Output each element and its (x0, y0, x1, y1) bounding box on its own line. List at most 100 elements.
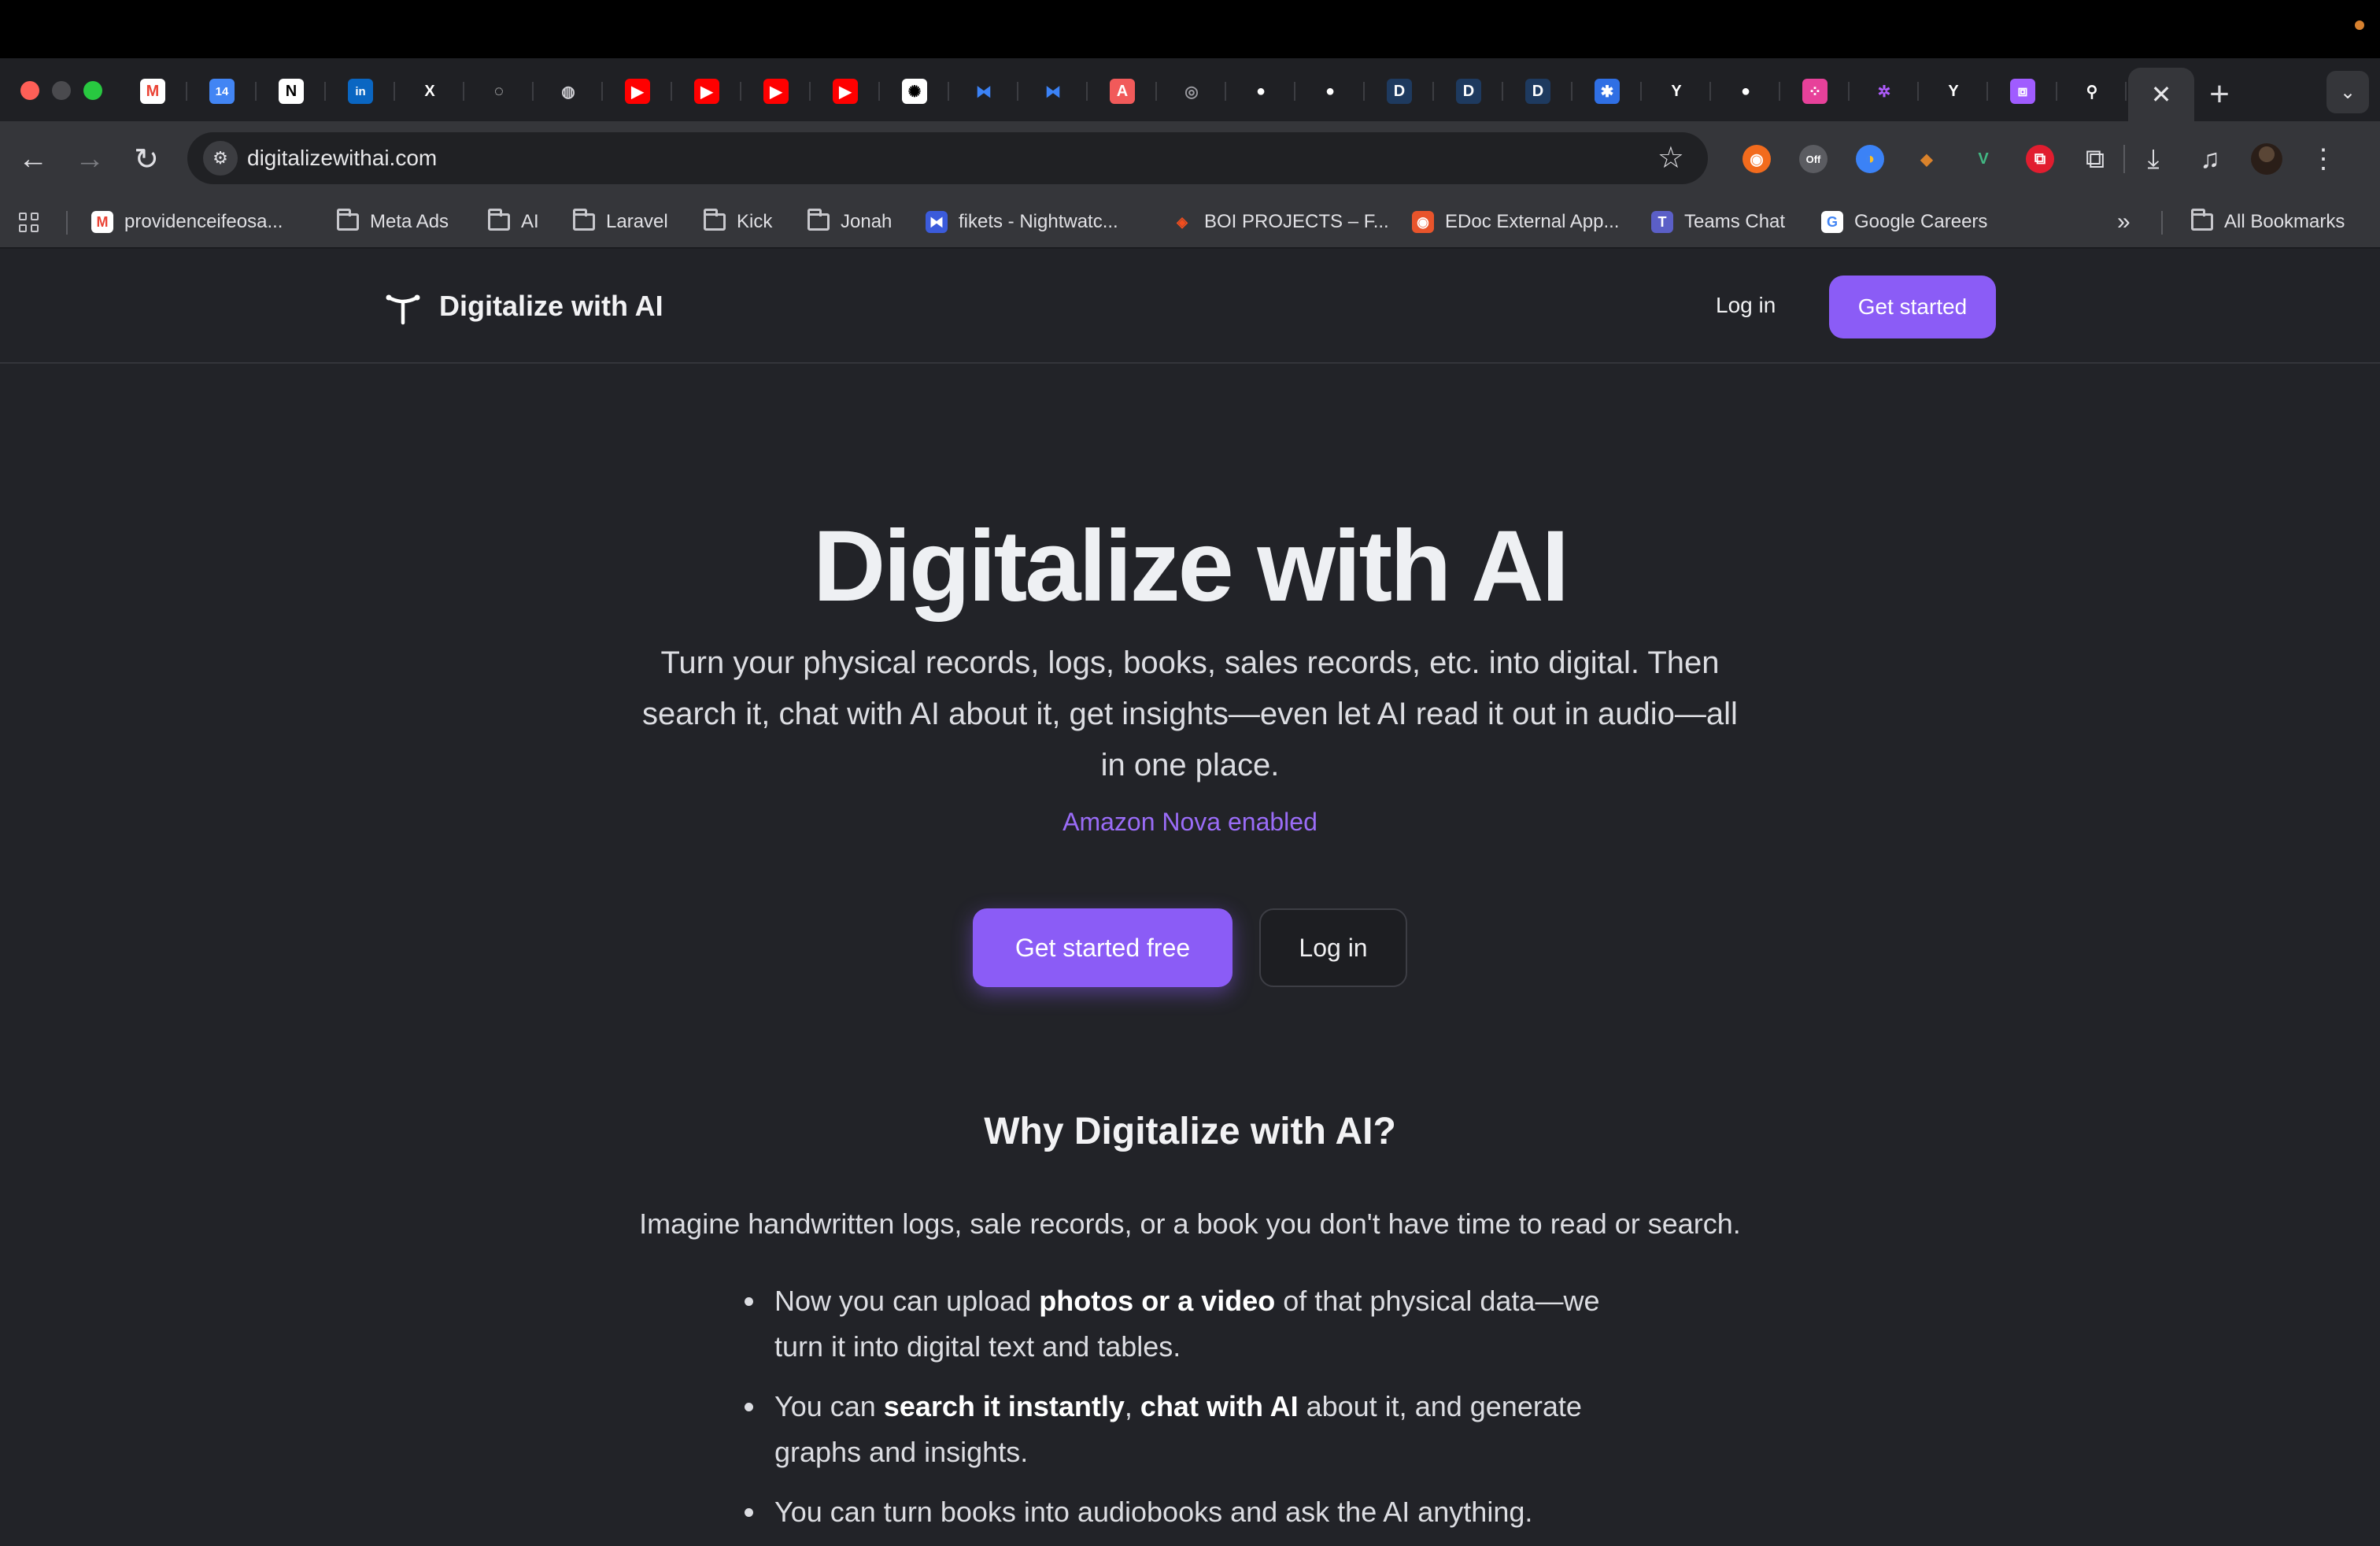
digitalize-logo-icon[interactable] (384, 290, 422, 327)
media-control-icon[interactable]: ♫ (2182, 137, 2238, 181)
pinned-tab[interactable]: 14 (187, 71, 257, 112)
pinned-tab[interactable]: ✺ (880, 71, 949, 112)
pinned-tab[interactable]: X (395, 71, 464, 112)
apps-button[interactable] (19, 208, 39, 236)
list-item: Now you can upload photos or a video of … (745, 1278, 1624, 1370)
pinned-tab[interactable]: ⚲ (2057, 71, 2127, 112)
get-started-free-button[interactable]: Get started free (973, 908, 1232, 987)
new-tab-button[interactable]: + (2201, 75, 2238, 113)
pinned-tab[interactable]: ▶ (672, 71, 741, 112)
back-button[interactable]: ← (11, 137, 55, 181)
bookmarks-overflow-button[interactable]: » (2117, 208, 2131, 236)
bookmark-item[interactable]: Meta Ads (337, 208, 449, 236)
close-tab-icon[interactable]: ✕ (2151, 80, 2172, 109)
extensions-puzzle-icon[interactable]: ⧉ (2067, 137, 2123, 181)
pinned-tab[interactable]: ▶ (811, 71, 880, 112)
pinned-tab[interactable]: A (1088, 71, 1157, 112)
orange-pointer-icon: ◉ (1743, 145, 1771, 173)
extension-button[interactable]: Off (1785, 137, 1842, 181)
pinned-tab[interactable]: ▶ (741, 71, 811, 112)
pinned-tab[interactable]: ⧈ (1988, 71, 2057, 112)
pinned-tab[interactable]: ✲ (1850, 71, 1919, 112)
pinned-tab[interactable]: Y (1642, 71, 1711, 112)
hero-subtitle: Turn your physical records, logs, books,… (642, 645, 1738, 782)
bookmark-item[interactable]: Mprovidenceifeosa... (91, 208, 283, 236)
pinned-tab[interactable]: ◎ (1157, 71, 1226, 112)
pinned-tab[interactable]: ⁘ (1780, 71, 1850, 112)
pinned-tab[interactable]: ✱ (1572, 71, 1642, 112)
url-text[interactable]: digitalizewithai.com (247, 146, 437, 171)
digitalize-logo-icon: Y (1948, 82, 1959, 100)
pinned-tab[interactable]: ● (1295, 71, 1365, 112)
zoom-window-button[interactable] (83, 81, 102, 100)
pinned-tab[interactable]: in (326, 71, 395, 112)
bookmark-item[interactable]: ◈ BOI PROJECTS – F... (1171, 208, 1389, 236)
bookmark-item[interactable]: ◉ EDoc External App... (1412, 208, 1619, 236)
site-info-icon[interactable]: ⚙ (203, 141, 238, 176)
github-icon: ● (1325, 82, 1336, 100)
pinned-tab[interactable]: M (118, 71, 187, 112)
pinned-tab[interactable]: N (257, 71, 326, 112)
pinned-tab[interactable]: ● (1226, 71, 1295, 112)
d-icon: D (1387, 79, 1412, 104)
bookmarks-bar: Mprovidenceifeosa... Meta Ads AI Laravel Kic… (0, 197, 2380, 249)
bookmark-label: fikets - Nightwatc... (959, 211, 1118, 232)
link-icon: ⚲ (2086, 83, 2098, 101)
fox-icon: ◆ (1920, 150, 1933, 168)
hero-title: Digitalize with AI (812, 510, 1569, 623)
bookmark-label: Laravel (606, 211, 668, 232)
all-bookmarks-button[interactable]: All Bookmarks (2191, 208, 2345, 236)
pinned-tab[interactable]: ▶ (603, 71, 672, 112)
bookmark-label: EDoc External App... (1445, 211, 1620, 232)
folder-icon (2191, 209, 2213, 233)
bookmark-item[interactable]: G Google Careers (1821, 208, 1987, 236)
folder-icon (488, 209, 510, 233)
download-icon[interactable]: ⤓ (2125, 137, 2182, 181)
youtube-icon: ▶ (833, 79, 858, 104)
brand-name[interactable]: Digitalize with AI (439, 290, 663, 323)
pinned-tab[interactable]: D (1503, 71, 1572, 112)
extension-button[interactable]: ◆ (1898, 137, 1955, 181)
pinned-tab[interactable]: ⧓ (1018, 71, 1088, 112)
bookmark-item[interactable]: Kick (704, 208, 772, 236)
pinned-tab[interactable]: ● (1711, 71, 1780, 112)
acrobat-icon: A (1110, 79, 1135, 104)
pinned-tab[interactable]: D (1365, 71, 1434, 112)
pinned-tab[interactable]: ◌ (464, 71, 534, 112)
bookmark-item[interactable]: AI (488, 208, 539, 236)
forward-button[interactable]: → (68, 137, 112, 181)
hero-login-button[interactable]: Log in (1259, 908, 1407, 987)
header-login-link[interactable]: Log in (1716, 293, 1776, 318)
pinned-tab[interactable]: ⧓ (949, 71, 1018, 112)
header-get-started-button[interactable]: Get started (1829, 276, 1996, 338)
nightwatch-icon: ⧓ (1045, 83, 1061, 101)
pinned-tab[interactable]: D (1434, 71, 1503, 112)
active-tab[interactable]: ✕ (2128, 68, 2194, 121)
close-window-button[interactable] (20, 81, 39, 100)
bookmark-label: AI (521, 211, 539, 232)
extension-button[interactable]: ⧉ (2012, 137, 2068, 181)
pinned-tab[interactable]: ◍ (534, 71, 603, 112)
bookmark-item[interactable]: ⧓ fikets - Nightwatc... (926, 208, 1118, 236)
extension-button[interactable]: V (1955, 137, 2012, 181)
pinned-tab[interactable]: Y (1919, 71, 1988, 112)
list-item: You can search it instantly, chat with A… (745, 1384, 1624, 1475)
reload-button[interactable]: ↻ (124, 137, 168, 181)
minimize-window-button[interactable] (52, 81, 71, 100)
edoc-icon: ◉ (1412, 211, 1434, 233)
extension-button[interactable]: ◉ (1728, 137, 1785, 181)
bookmark-item[interactable]: T Teams Chat (1651, 208, 1785, 236)
circle-dashed-icon: ◌ (494, 82, 504, 100)
tab-search-button[interactable]: ⌄ (2326, 71, 2369, 113)
notion-icon: N (279, 79, 304, 104)
profile-avatar[interactable] (2238, 137, 2295, 181)
menu-kebab-icon[interactable]: ⋮ (2295, 137, 2352, 181)
bookmark-item[interactable]: Jonah (808, 208, 892, 236)
openai-icon: ✺ (902, 79, 927, 104)
address-bar[interactable]: ⚙ digitalizewithai.com ☆ (187, 132, 1708, 184)
bookmark-star-icon[interactable]: ☆ (1658, 140, 1684, 176)
bookmark-item[interactable]: Laravel (573, 208, 668, 236)
gmail-icon: M (140, 79, 165, 104)
feature-list: Now you can upload photos or a video of … (745, 1278, 1624, 1546)
extension-button[interactable]: ◑ (1842, 137, 1898, 181)
